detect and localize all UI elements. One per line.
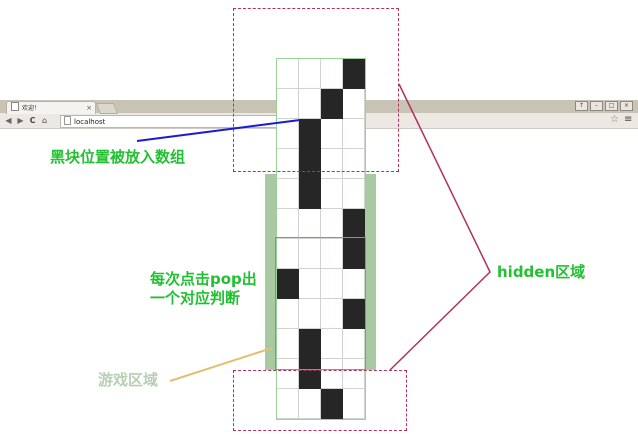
- annotation-game-area: 游戏区域: [98, 371, 159, 389]
- annotation-hidden-area: hidden区域: [497, 263, 586, 281]
- annotation-pop: 每次点击pop出 一个对应判断: [150, 270, 257, 308]
- annotation-black-positions: 黑块位置被放入数组: [50, 148, 186, 166]
- game-area-arrow: [169, 347, 273, 382]
- hidden-label-arrow: [389, 83, 491, 371]
- annotation-lines: [136, 83, 491, 382]
- black-label-arrow: [136, 119, 301, 142]
- annotation-pop-line1: 每次点击pop出: [150, 270, 257, 288]
- annotation-pop-line2: 一个对应判断: [150, 289, 241, 307]
